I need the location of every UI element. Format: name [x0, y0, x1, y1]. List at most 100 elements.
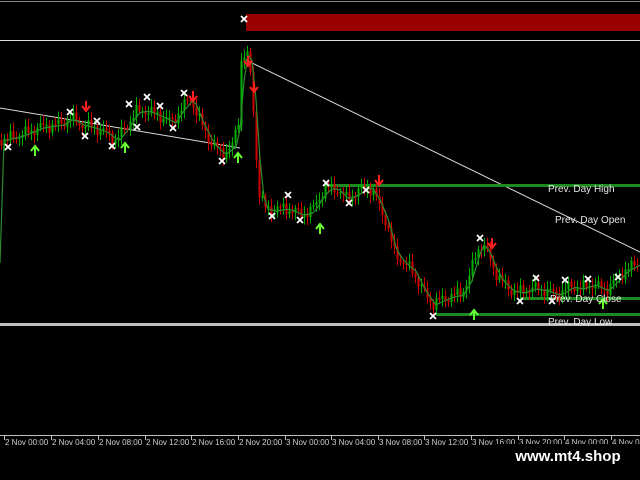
candle [453, 286, 456, 303]
candle [243, 49, 246, 69]
candle-body [123, 127, 126, 129]
candle [516, 282, 519, 300]
candle [102, 120, 105, 135]
candle-body [399, 259, 402, 263]
cross-icon [296, 216, 304, 224]
candle-body [297, 208, 300, 210]
candle [333, 176, 336, 200]
candle [153, 100, 156, 120]
candle-body [612, 279, 615, 284]
candle [180, 102, 183, 122]
candle-body [309, 206, 312, 218]
candle-body [84, 126, 87, 129]
candle [435, 292, 438, 315]
candle [123, 121, 126, 134]
candle [147, 105, 150, 121]
candle-body [186, 99, 189, 101]
candle-body [336, 192, 339, 195]
time-axis-label: 3 Nov 08:00 [379, 438, 423, 447]
candle [75, 105, 78, 127]
candle [636, 257, 639, 272]
candle-body [24, 126, 27, 135]
candle [207, 124, 210, 151]
candle-body [549, 288, 552, 291]
candles-group [0, 45, 639, 318]
candle-body [630, 260, 633, 270]
candle-body [552, 288, 555, 292]
candle [582, 274, 585, 296]
candle-body [282, 203, 285, 208]
candle [33, 125, 36, 144]
candle-body [60, 119, 63, 124]
candle [411, 254, 414, 277]
candle-body [576, 288, 579, 292]
candle [621, 267, 624, 285]
moving-average-line [0, 53, 640, 306]
cross-icon [133, 123, 141, 131]
candle [138, 98, 141, 115]
candle-body [348, 192, 351, 202]
candle-body [18, 137, 21, 140]
candle-body [414, 273, 417, 278]
candle [150, 99, 153, 117]
candle-body [279, 206, 282, 209]
chart-window[interactable]: Prev. Day High Prev. Day Open Prev. Day … [0, 0, 640, 480]
candle-body [159, 112, 162, 123]
candle [312, 199, 315, 211]
candle [57, 111, 60, 133]
arrow-up-icon [469, 308, 479, 320]
candle-body [90, 120, 93, 128]
candle [336, 185, 339, 197]
candle [183, 92, 186, 119]
candle-body [402, 262, 405, 264]
prev-day-low-label: Prev. Day Low [548, 317, 613, 326]
candle-body [120, 127, 123, 138]
candle [441, 288, 444, 307]
arrow-up-icon [233, 151, 243, 163]
candle [78, 116, 81, 131]
price-chart[interactable] [0, 0, 640, 480]
candle [231, 137, 234, 157]
candle [90, 112, 93, 133]
candle-body [360, 185, 363, 189]
prev-day-low-line [436, 313, 640, 316]
candle [168, 110, 171, 126]
candle [87, 112, 90, 131]
arrow-down-icon [487, 238, 497, 250]
candle-body [51, 124, 54, 133]
candle [54, 117, 57, 131]
candle-body [495, 268, 498, 280]
candle [9, 123, 12, 147]
candle-body [471, 260, 474, 276]
prev-day-high-label: Prev. Day High [548, 184, 615, 195]
candle [288, 203, 291, 219]
candle [42, 115, 45, 133]
candle [372, 184, 375, 201]
candle [306, 207, 309, 226]
candle-body [12, 130, 15, 139]
candle-body [138, 104, 141, 112]
candle [186, 94, 189, 105]
candle [456, 280, 459, 303]
candle-body [570, 281, 573, 288]
candle [45, 117, 48, 134]
candle-body [237, 124, 240, 130]
candle-body [498, 275, 501, 280]
candle [165, 109, 168, 124]
candle [444, 289, 447, 308]
candle-body [441, 295, 444, 299]
candle-body [564, 289, 567, 292]
candle [30, 123, 33, 141]
candle [0, 133, 3, 150]
candle [105, 120, 108, 138]
candle-body [447, 300, 450, 303]
candle [360, 178, 363, 194]
candle [522, 280, 525, 298]
cross-icon [125, 100, 133, 108]
candle-body [330, 184, 333, 187]
candle [72, 104, 75, 127]
candle [429, 291, 432, 310]
candle-body [54, 124, 57, 126]
arrow-down-icon [249, 82, 259, 94]
arrow-up-icon [315, 222, 325, 234]
